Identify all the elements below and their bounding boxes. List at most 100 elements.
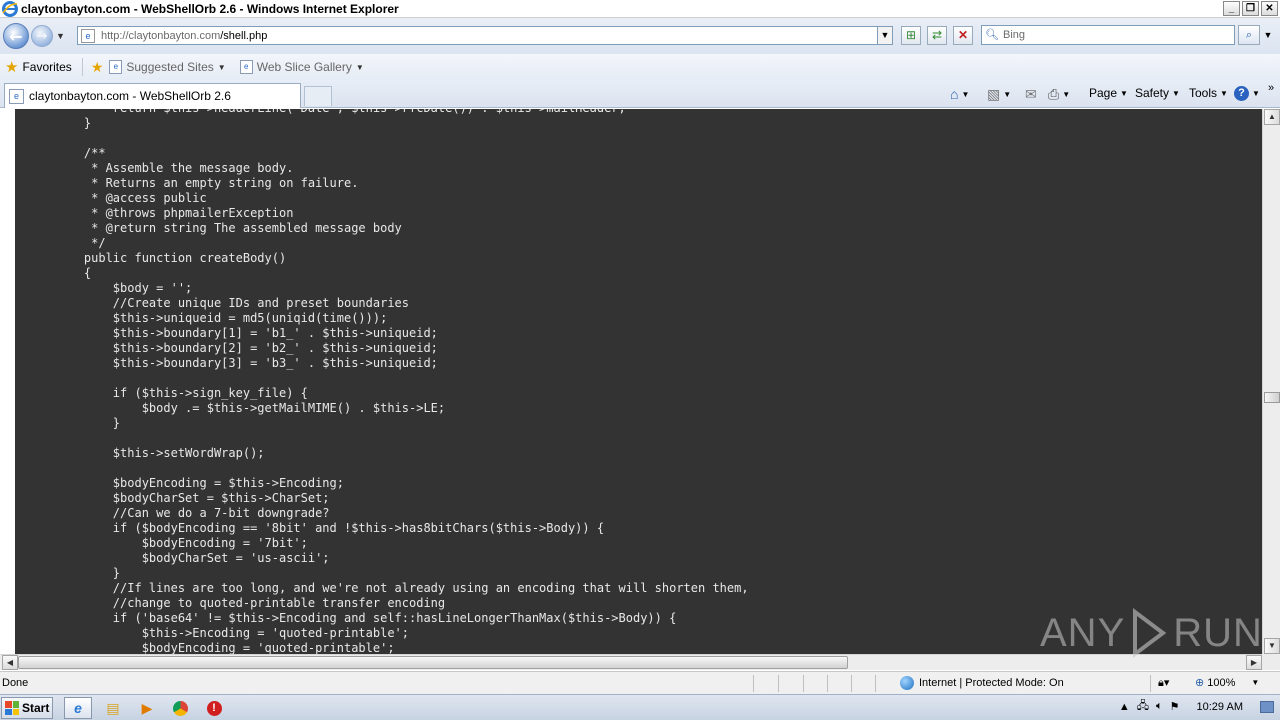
home-button[interactable]: ⌂ ▼ <box>950 86 969 102</box>
browser-tab[interactable]: e claytonbayton.com - WebShellOrb 2.6 <box>4 83 301 108</box>
address-bar[interactable]: e http://claytonbayton.com/shell.php ▼ <box>77 26 893 45</box>
internet-explorer-icon <box>2 0 18 17</box>
feeds-button[interactable]: ▧ ▼ <box>987 86 1011 103</box>
page-menu[interactable]: Page ▼ <box>1089 86 1128 100</box>
safety-menu-label: Safety <box>1135 86 1170 100</box>
suggested-sites-link[interactable]: e Suggested Sites ▼ <box>109 60 226 74</box>
mail-icon: ✉ <box>1025 86 1037 102</box>
search-input[interactable]: Bing <box>1003 29 1025 41</box>
chevron-down-icon: ▼ <box>961 89 970 99</box>
scroll-corner <box>1262 654 1280 670</box>
read-mail-button[interactable]: ✉ <box>1025 86 1037 103</box>
url-path: /shell.php <box>220 29 268 42</box>
source-code: return $this->headerLine('Date', $this->… <box>55 109 749 654</box>
page-icon: e <box>9 88 24 104</box>
code-line: * @return string The assembled message b… <box>55 221 402 235</box>
favorites-button[interactable]: ★ Favorites <box>0 58 72 76</box>
close-button[interactable]: ✕ <box>1261 1 1278 16</box>
restore-button[interactable]: ❐ <box>1242 1 1259 16</box>
code-line: $this->boundary[2] = 'b2_' . $this->uniq… <box>55 341 438 355</box>
print-button[interactable]: ⎙ ▼ <box>1048 86 1070 103</box>
more-commands-chevron[interactable]: » <box>1268 82 1274 94</box>
add-to-favorites-icon[interactable]: ★ <box>91 59 104 76</box>
scroll-down-arrow-icon[interactable]: ▼ <box>1264 638 1280 654</box>
minimize-button[interactable]: _ <box>1223 1 1240 16</box>
scroll-left-arrow-icon[interactable]: ◀ <box>2 655 18 670</box>
status-text: Done <box>2 677 29 689</box>
horizontal-scroll-thumb[interactable] <box>18 656 848 669</box>
address-url[interactable]: http://claytonbayton.com/shell.php <box>101 30 267 42</box>
page-icon: e <box>109 60 123 74</box>
code-line: { <box>55 266 92 280</box>
help-menu[interactable]: ? ▼ <box>1234 86 1260 101</box>
popup-blocker-icon[interactable]: 🔒︎▾ <box>1158 676 1169 690</box>
search-box[interactable]: 🔍︎ Bing <box>981 25 1235 45</box>
code-line: return $this->headerLine('Date', $this->… <box>55 109 749 116</box>
title-bar: claytonbayton.com - WebShellOrb 2.6 - Wi… <box>0 0 1280 18</box>
back-button[interactable]: ← <box>3 23 29 49</box>
search-options-dropdown[interactable]: ▼ <box>1262 25 1274 45</box>
search-icon: ⌕ <box>1245 29 1253 41</box>
status-segment <box>827 675 849 692</box>
recent-pages-dropdown[interactable]: ▼ <box>56 31 65 41</box>
bing-icon: 🔍︎ <box>985 29 999 41</box>
code-line: * @access public <box>55 191 207 205</box>
show-desktop-icon[interactable] <box>1260 700 1274 713</box>
code-line: //Create unique IDs and preset boundarie… <box>55 296 410 310</box>
chevron-down-icon: ▼ <box>1252 89 1260 98</box>
rss-feed-icon: ▧ <box>987 86 1001 102</box>
chevron-down-icon: ▼ <box>1172 88 1180 98</box>
compatibility-view-button[interactable]: ⊞ <box>901 26 921 45</box>
page-icon: e <box>81 28 95 43</box>
taskbar-file-explorer[interactable]: ▤ <box>99 697 127 719</box>
forward-button[interactable]: → <box>31 25 53 47</box>
taskbar-internet-explorer[interactable]: e <box>64 697 92 719</box>
code-line: */ <box>55 236 106 250</box>
status-segment <box>803 675 825 692</box>
chevron-down-icon: ▼ <box>1062 90 1071 99</box>
start-button[interactable]: Start <box>1 697 53 719</box>
windows-logo-icon <box>5 701 19 715</box>
taskbar-media-player[interactable]: ▶ <box>133 697 161 719</box>
stop-button[interactable]: ✕ <box>953 26 973 45</box>
favorites-bar: ★ Favorites ★ e Suggested Sites ▼ e Web … <box>0 54 1280 80</box>
separator <box>81 58 83 76</box>
security-zone[interactable]: Internet | Protected Mode: On <box>900 676 1064 690</box>
code-line: } <box>55 416 121 430</box>
refresh-button[interactable]: ⇄ <box>927 26 947 45</box>
safety-menu[interactable]: Safety ▼ <box>1135 86 1180 100</box>
network-icon[interactable]: 🖧︎ <box>1137 697 1149 716</box>
new-tab-button[interactable] <box>304 86 332 106</box>
status-bar: Done Internet | Protected Mode: On 🔒︎▾ ⊕… <box>0 671 1280 694</box>
code-line: $bodyEncoding = 'quoted-printable'; <box>55 641 395 654</box>
system-tray: ▲ 🖧︎ 🔈︎ ⚑ 10:29 AM <box>1119 697 1280 716</box>
clock[interactable]: 10:29 AM <box>1197 701 1243 713</box>
status-segment <box>778 675 800 692</box>
volume-icon[interactable]: 🔈︎ <box>1156 700 1163 713</box>
action-center-flag-icon[interactable]: ⚑ <box>1170 700 1180 713</box>
window-title: claytonbayton.com - WebShellOrb 2.6 - Wi… <box>21 1 399 16</box>
zone-text: Internet | Protected Mode: On <box>919 677 1064 689</box>
suggested-sites-label: Suggested Sites <box>126 60 214 74</box>
address-dropdown-icon[interactable]: ▼ <box>877 27 892 44</box>
tools-menu[interactable]: Tools ▼ <box>1189 86 1228 100</box>
zoom-control[interactable]: ⊕ 100% ▼ <box>1195 676 1260 690</box>
help-icon: ? <box>1234 86 1249 101</box>
scroll-up-arrow-icon[interactable]: ▲ <box>1264 109 1280 125</box>
code-line: $bodyEncoding = $this->Encoding; <box>55 476 344 490</box>
forward-arrow-icon: → <box>36 28 48 44</box>
taskbar-security-app[interactable]: ! <box>200 697 228 719</box>
vertical-scroll-thumb[interactable] <box>1264 392 1280 403</box>
vertical-scrollbar[interactable]: ▲ ▼ <box>1262 109 1280 654</box>
code-line: * @throws phpmailerException <box>55 206 294 220</box>
chevron-down-icon: ▼ <box>1251 678 1260 687</box>
code-line: $body .= $this->getMailMIME() . $this->L… <box>55 401 446 415</box>
web-slice-gallery-link[interactable]: e Web Slice Gallery ▼ <box>239 60 364 74</box>
code-line: //If lines are too long, and we're not a… <box>55 581 749 595</box>
show-hidden-icons-icon[interactable]: ▲ <box>1119 701 1130 713</box>
back-arrow-icon: ← <box>9 26 23 46</box>
taskbar-chrome[interactable] <box>166 697 194 719</box>
search-button[interactable]: ⌕ <box>1238 25 1260 45</box>
